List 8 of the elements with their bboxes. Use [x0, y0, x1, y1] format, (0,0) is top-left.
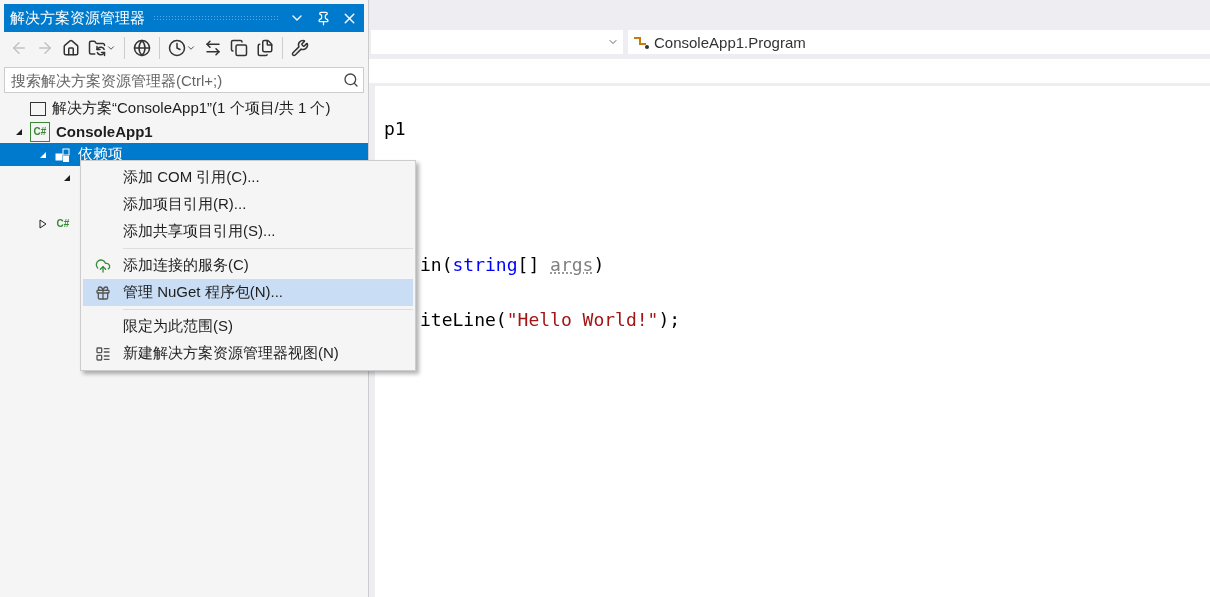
code-line: p1 — [384, 117, 407, 141]
code-line: in(string[] args) — [419, 253, 606, 278]
code-line: iteLine("Hello World!"); — [419, 308, 682, 333]
csharp-file-icon: C# — [54, 214, 72, 233]
panel-title: 解决方案资源管理器 — [10, 8, 145, 28]
tree-item-label: ConsoleApp1 — [56, 123, 153, 140]
csharp-project-icon: C# — [30, 121, 50, 142]
tree-item-label: 解决方案“ConsoleApp1”(1 个项目/共 1 个) — [52, 99, 331, 118]
